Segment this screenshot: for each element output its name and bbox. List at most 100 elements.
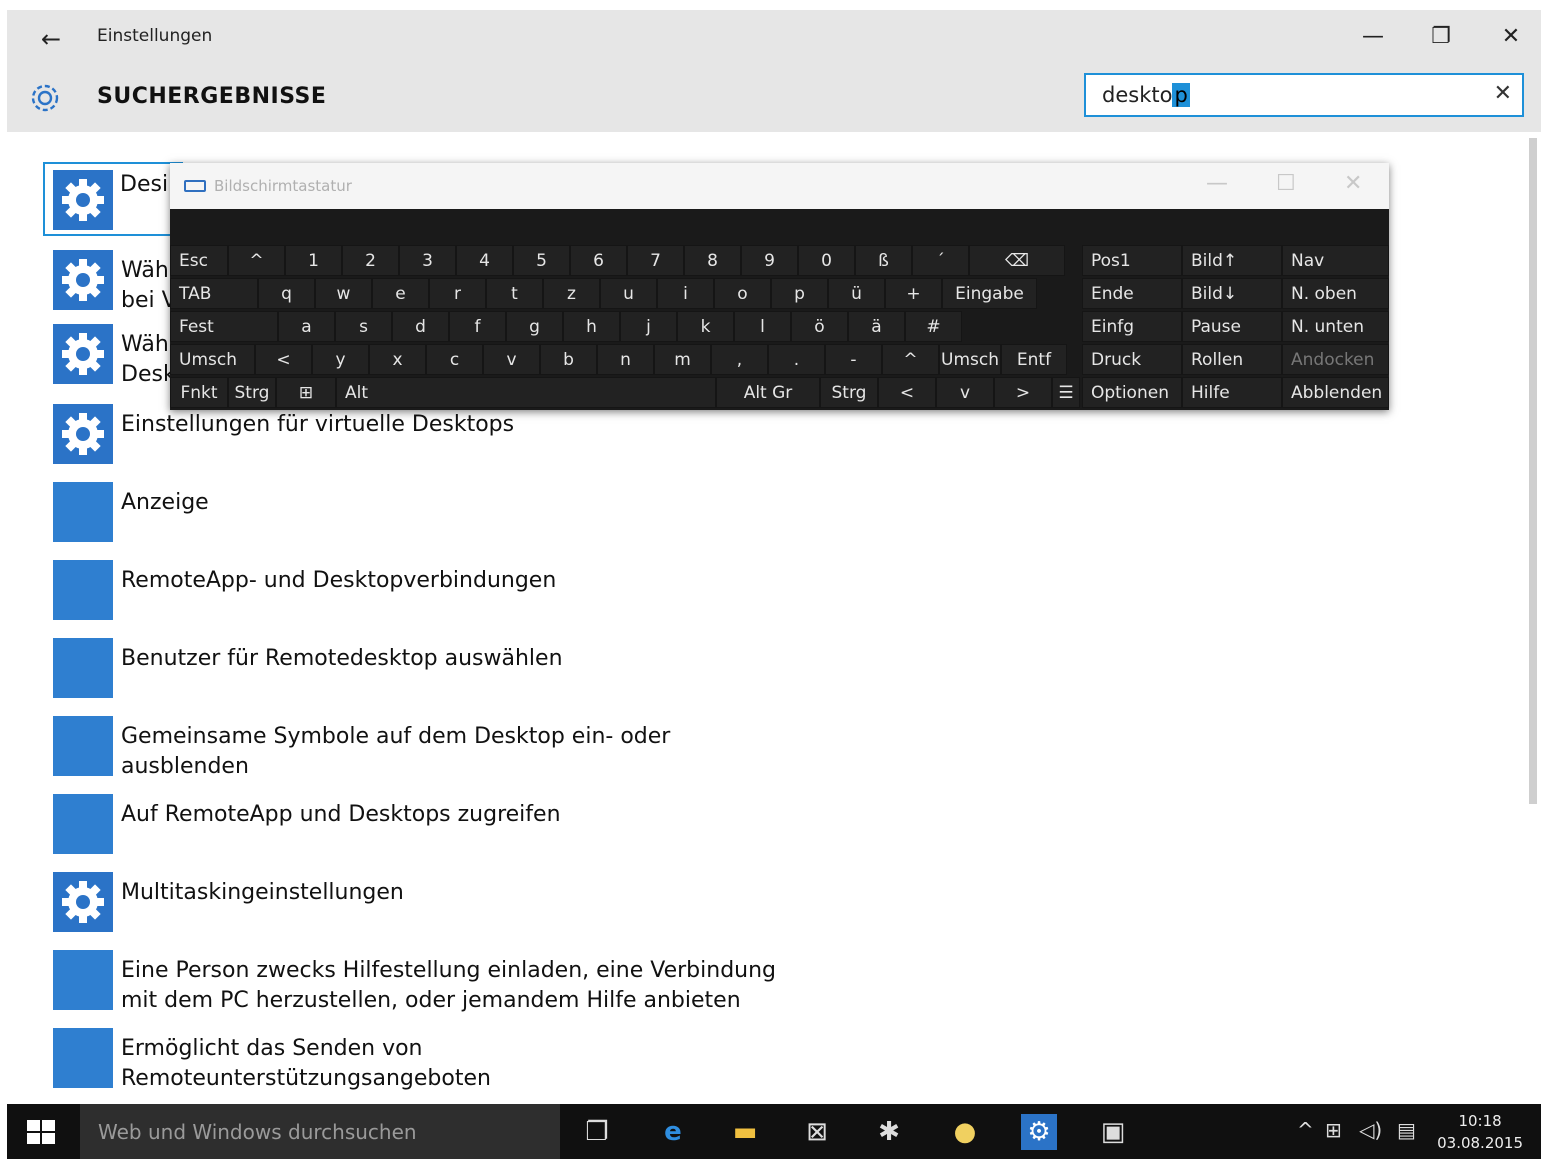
osk-key[interactable]: 4 [456,245,513,276]
scrollbar[interactable] [1527,138,1539,1098]
osk-key[interactable]: t [486,278,543,309]
osk-key[interactable]: 1 [285,245,342,276]
osk-key[interactable]: Umsch [170,344,255,375]
osk-key[interactable]: p [771,278,828,309]
list-item[interactable]: RemoteApp- und Desktopverbindungen [45,560,945,630]
osk-key[interactable]: i [657,278,714,309]
osk-key[interactable]: ^ [228,245,285,276]
list-item[interactable]: Eine Person zwecks Hilfestellung einlade… [45,950,945,1020]
osk-nav-key[interactable]: Ende [1082,278,1182,309]
osk-nav-key[interactable]: N. oben [1282,278,1389,309]
osk-key[interactable]: n [597,344,654,375]
osk-key[interactable]: Fest [170,311,278,342]
osk-key[interactable]: 9 [741,245,798,276]
osk-key[interactable]: Alt [336,377,716,408]
osk-key[interactable]: x [369,344,426,375]
osk-nav-key[interactable]: Optionen [1082,377,1182,408]
osk-nav-key[interactable]: Nav [1282,245,1389,276]
osk-key[interactable]: f [449,311,506,342]
osk-key[interactable]: Strg [820,377,878,408]
osk-key[interactable]: m [654,344,711,375]
osk-key[interactable]: v [483,344,540,375]
osk-key[interactable]: c [426,344,483,375]
osk-key[interactable]: 8 [684,245,741,276]
osk-key[interactable]: > [994,377,1052,408]
osk-key[interactable]: b [540,344,597,375]
osk-key[interactable]: ^ [882,344,939,375]
osk-key[interactable]: Entf [1001,344,1067,375]
network-icon[interactable]: ⊞ [1325,1118,1342,1142]
osk-key[interactable]: z [543,278,600,309]
osk-key[interactable]: ü [828,278,885,309]
osk-key[interactable]: < [878,377,936,408]
osk-nav-key[interactable]: Pos1 [1082,245,1182,276]
list-item[interactable]: Ermöglicht das Senden von Remoteunterstüt… [45,1028,945,1098]
osk-key[interactable]: - [825,344,882,375]
remote-desktop-taskbar-icon[interactable]: ▣ [1095,1114,1131,1150]
osk-close-button[interactable]: ✕ [1344,171,1362,196]
osk-key[interactable]: ö [791,311,848,342]
osk-key[interactable]: Esc [170,245,228,276]
osk-key[interactable]: , [711,344,768,375]
osk-key[interactable]: 3 [399,245,456,276]
taskbar-search-box[interactable]: Web und Windows durchsuchen [80,1104,560,1159]
osk-key[interactable]: e [372,278,429,309]
osk-nav-key[interactable]: Hilfe [1182,377,1282,408]
osk-key[interactable]: Umsch [939,344,1001,375]
osk-title-bar[interactable]: Bildschirmtastatur — ☐ ✕ [170,163,1389,209]
osk-key[interactable]: + [885,278,942,309]
close-button[interactable]: ✕ [1491,22,1531,52]
back-arrow-icon[interactable]: ← [31,24,71,54]
search-input[interactable]: desktop ✕ [1084,73,1524,117]
osk-key[interactable]: ☰ [1052,377,1080,408]
osk-key[interactable]: 0 [798,245,855,276]
clock[interactable]: 10:18 03.08.2015 [1437,1110,1523,1154]
osk-key[interactable]: Fnkt [170,377,228,408]
chevron-up-icon[interactable]: ^ [1297,1118,1314,1142]
osk-key[interactable]: . [768,344,825,375]
file-explorer-icon[interactable]: ▬ [727,1114,763,1150]
edge-browser-icon[interactable]: e [655,1114,691,1150]
osk-key[interactable]: ⊞ [276,377,336,408]
osk-nav-key[interactable]: Bild↑ [1182,245,1282,276]
store-icon[interactable]: ⊠ [799,1114,835,1150]
app-icon[interactable]: ● [947,1114,983,1150]
osk-key[interactable]: o [714,278,771,309]
settings-taskbar-icon[interactable]: ⚙ [1021,1114,1057,1150]
osk-key[interactable]: 5 [513,245,570,276]
osk-key[interactable]: TAB [170,278,258,309]
osk-key[interactable]: ´ [912,245,969,276]
osk-key[interactable]: y [312,344,369,375]
osk-key[interactable]: d [392,311,449,342]
osk-key[interactable]: 6 [570,245,627,276]
osk-minimize-button[interactable]: — [1206,171,1228,196]
list-item[interactable]: Benutzer für Remotedesktop auswählen [45,638,945,708]
osk-nav-key[interactable]: Rollen [1182,344,1282,375]
osk-key[interactable]: < [255,344,312,375]
osk-key[interactable]: ä [848,311,905,342]
osk-key[interactable]: 2 [342,245,399,276]
osk-nav-key[interactable]: Einfg [1082,311,1182,342]
osk-key[interactable]: s [335,311,392,342]
osk-nav-key[interactable]: Abblenden [1282,377,1389,408]
list-item[interactable]: Einstellungen für virtuelle Desktops [45,404,945,474]
clear-search-icon[interactable]: ✕ [1494,81,1512,106]
osk-key[interactable]: h [563,311,620,342]
task-view-icon[interactable]: ❐ [579,1114,615,1150]
osk-key[interactable]: v [936,377,994,408]
osk-key[interactable]: Strg [228,377,276,408]
osk-key[interactable]: w [315,278,372,309]
osk-key[interactable]: Alt Gr [716,377,820,408]
app-icon[interactable]: ✱ [871,1114,907,1150]
osk-key[interactable]: r [429,278,486,309]
list-item[interactable]: Multitaskingeinstellungen [45,872,945,942]
osk-nav-key[interactable]: Pause [1182,311,1282,342]
maximize-button[interactable]: ❐ [1421,22,1461,52]
minimize-button[interactable]: — [1353,22,1393,52]
volume-icon[interactable]: ◁) [1359,1118,1382,1142]
osk-key[interactable]: g [506,311,563,342]
osk-nav-key[interactable]: Bild↓ [1182,278,1282,309]
osk-key[interactable]: a [278,311,335,342]
action-center-icon[interactable]: ▤ [1397,1118,1416,1142]
osk-key[interactable]: ß [855,245,912,276]
